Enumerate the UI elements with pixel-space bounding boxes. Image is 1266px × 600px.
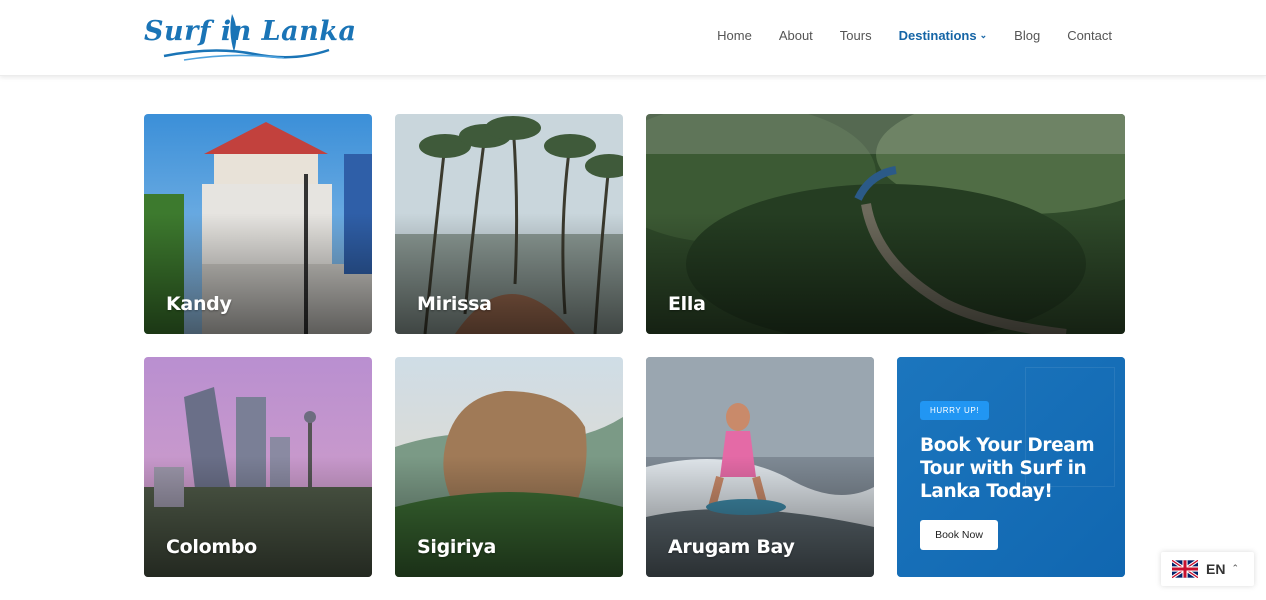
site-header: Surf in Lanka Home About Tours Destinati… — [0, 0, 1266, 76]
nav-about[interactable]: About — [779, 28, 813, 43]
destination-card-mirissa[interactable]: Mirissa — [395, 114, 623, 334]
nav-contact[interactable]: Contact — [1067, 28, 1112, 43]
book-now-button[interactable]: Book Now — [920, 520, 998, 550]
destination-card-colombo[interactable]: Colombo — [144, 357, 372, 577]
nav-home[interactable]: Home — [717, 28, 752, 43]
chevron-up-icon: ⌃ — [1231, 564, 1239, 574]
destination-name: Colombo — [166, 536, 257, 558]
language-switcher[interactable]: EN ⌃ — [1161, 552, 1254, 586]
destination-name: Sigiriya — [417, 536, 496, 558]
nav-destinations-label: Destinations — [898, 28, 977, 43]
uk-flag-icon — [1172, 560, 1198, 578]
nav-tours[interactable]: Tours — [840, 28, 872, 43]
booking-promo-card: HURRY UP! Book Your Dream Tour with Surf… — [897, 357, 1125, 577]
nav-blog[interactable]: Blog — [1014, 28, 1040, 43]
language-code: EN — [1206, 561, 1226, 577]
nav-destinations[interactable]: Destinations ⌄ — [899, 28, 988, 43]
destination-name: Mirissa — [417, 293, 492, 315]
destination-name: Arugam Bay — [668, 536, 795, 558]
destination-card-ella[interactable]: Ella — [646, 114, 1125, 334]
site-logo[interactable]: Surf in Lanka — [144, 10, 357, 64]
hurry-badge: HURRY UP! — [920, 401, 990, 420]
main-nav: Home About Tours Destinations ⌄ Blog Con… — [717, 28, 1112, 43]
destination-card-kandy[interactable]: Kandy — [144, 114, 372, 334]
destination-card-arugam-bay[interactable]: Arugam Bay — [646, 357, 874, 577]
logo-text: Surf in Lanka — [144, 16, 357, 47]
destination-card-sigiriya[interactable]: Sigiriya — [395, 357, 623, 577]
chevron-down-icon: ⌄ — [979, 30, 988, 40]
destination-name: Kandy — [166, 293, 232, 315]
destination-name: Ella — [668, 293, 706, 315]
promo-title: Book Your Dream Tour with Surf in Lanka … — [920, 435, 1095, 502]
